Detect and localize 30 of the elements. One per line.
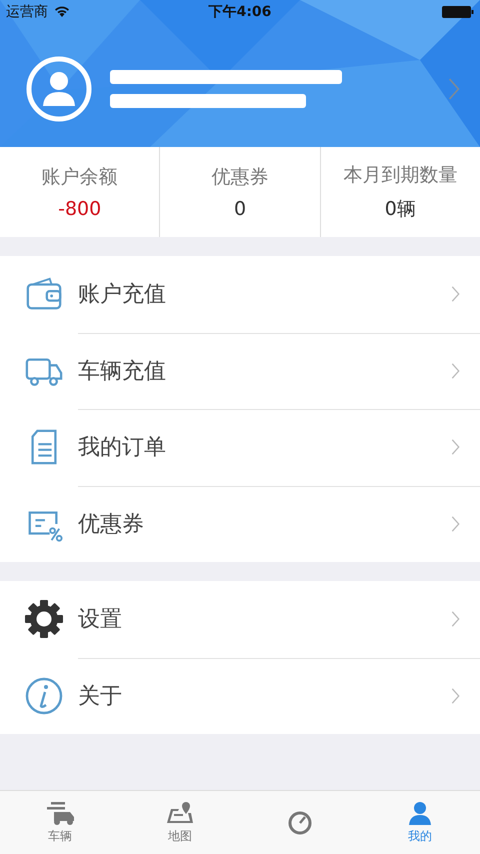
chevron-icon (451, 516, 460, 532)
carrier-name: 运营商 (6, 3, 48, 21)
chevron-icon (451, 439, 460, 456)
truck-icon (45, 800, 75, 824)
wifi-icon (54, 6, 70, 18)
menu-item[interactable]: 设置 (0, 581, 480, 658)
chevron-icon (451, 362, 460, 379)
tab[interactable]: 地图 (120, 791, 240, 854)
stat-label: 优惠券 (211, 165, 268, 190)
menu-item[interactable]: 优惠券 (0, 486, 480, 562)
menu-item[interactable]: 车辆充值 (0, 332, 480, 409)
chevron-icon (451, 611, 460, 628)
map-icon (165, 800, 195, 824)
stat-label: 本月到期数量 (343, 163, 458, 188)
menu-item[interactable]: 账户充值 (0, 256, 480, 332)
stat-value: 0 (234, 198, 246, 220)
menu-item[interactable]: 我的订单 (0, 409, 480, 486)
stat-label: 账户余额 (42, 165, 118, 190)
status-time: 下午4:06 (208, 3, 272, 21)
chevron-icon (451, 286, 460, 302)
stat-value: 0辆 (384, 197, 416, 222)
tab[interactable]: 车辆 (0, 791, 120, 854)
info-icon (24, 676, 64, 716)
battery-icon (442, 6, 474, 18)
stat-value: -800 (58, 198, 102, 220)
settings-icon (24, 599, 64, 640)
tab[interactable]: 我的 (360, 791, 480, 854)
menu-item[interactable]: 关于 (0, 658, 480, 734)
avatar-icon[interactable] (26, 56, 92, 122)
chevron-icon (451, 688, 460, 704)
